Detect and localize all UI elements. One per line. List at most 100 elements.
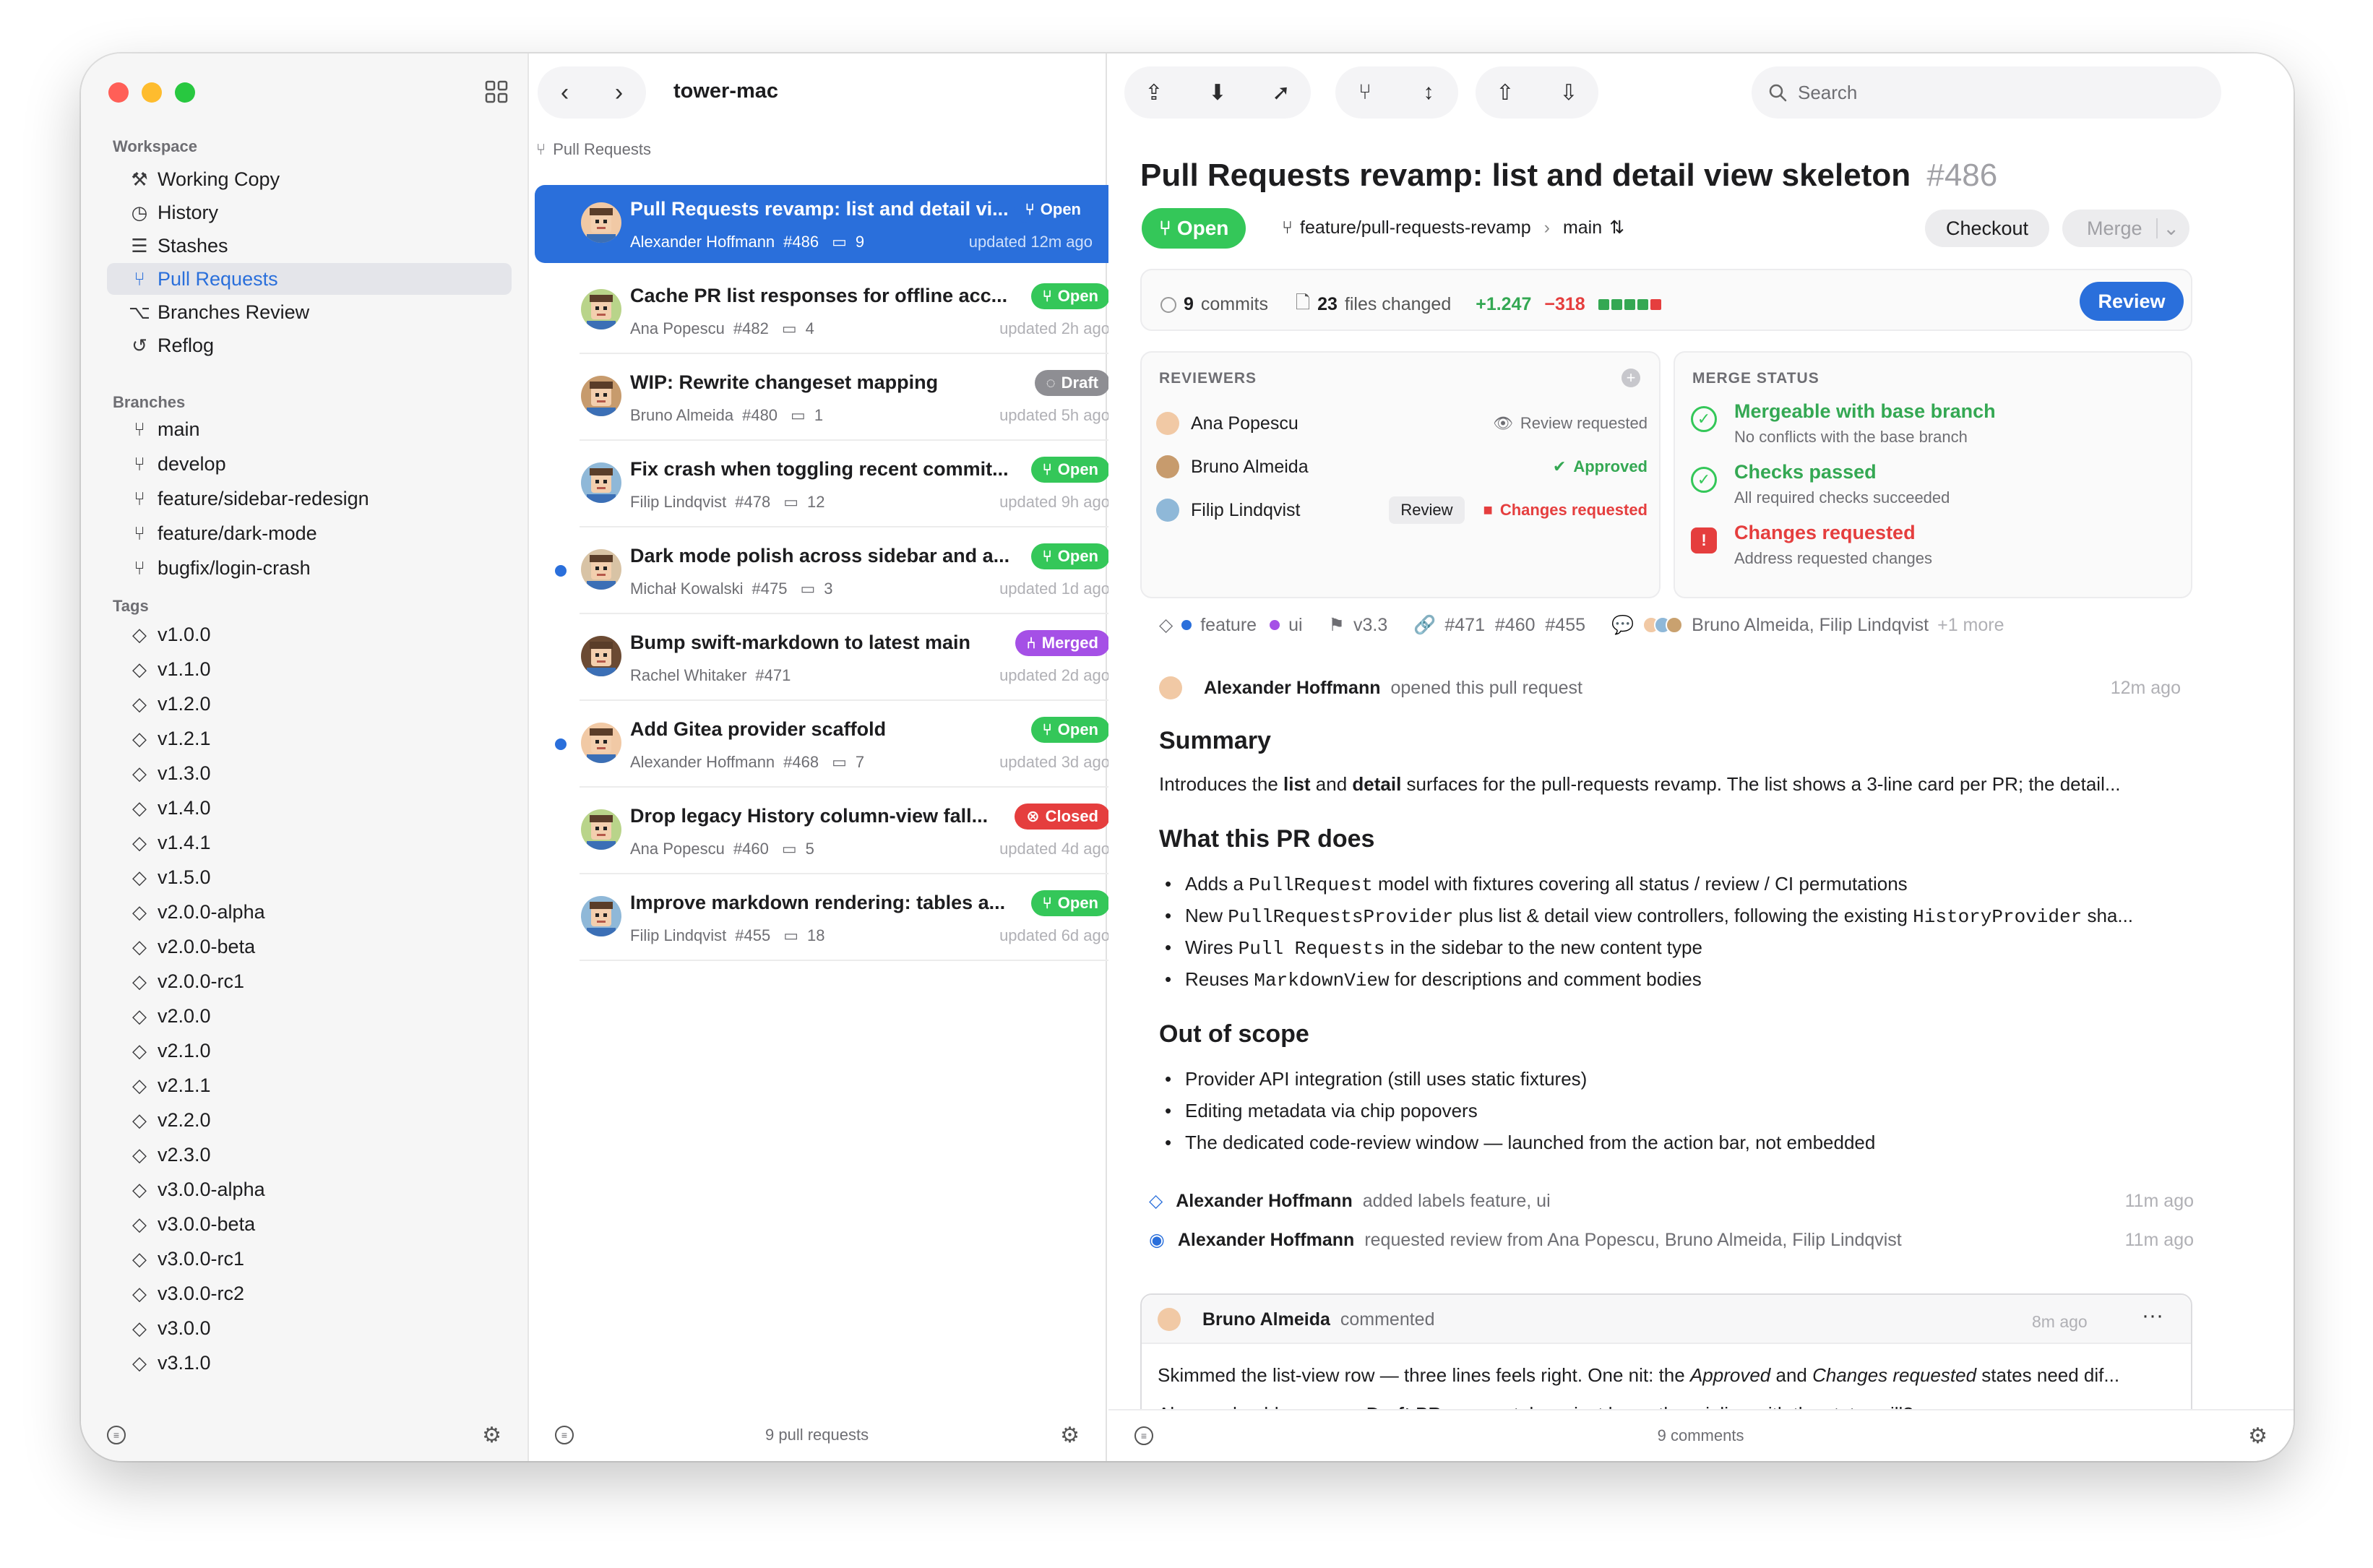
review-reviewer-button[interactable]: Review xyxy=(1389,496,1465,524)
settings-sliders-icon[interactable]: ⚙ xyxy=(1060,1423,1080,1448)
reviewer-name[interactable]: Filip Lindqvist xyxy=(1191,500,1300,521)
filter-icon[interactable]: ≡ xyxy=(107,1426,126,1444)
sidebar-tag-item[interactable]: ◇ v3.0.0-beta xyxy=(107,1208,512,1240)
layout-grid-icon[interactable] xyxy=(484,79,509,104)
base-branch[interactable]: main xyxy=(1563,217,1602,238)
sidebar-tag-item[interactable]: ◇ v3.0.0-rc1 xyxy=(107,1243,512,1275)
pull-request-updated: updated 12m ago xyxy=(968,233,1093,251)
merge-button[interactable]: Merge ⌄ xyxy=(2062,210,2189,247)
branch-icon: ⑂ xyxy=(134,522,145,544)
sidebar-branch-item[interactable]: ⑂ feature/dark-mode xyxy=(107,517,512,549)
event-author[interactable]: Alexander Hoffmann xyxy=(1178,1230,1354,1251)
filter-icon[interactable]: ≡ xyxy=(555,1426,574,1444)
close-window-button[interactable] xyxy=(108,82,129,103)
sidebar-item-reflog[interactable]: ↺ Reflog xyxy=(107,329,512,361)
sidebar-tag-item[interactable]: ◇ v2.0.0-alpha xyxy=(107,896,512,928)
pull-icon[interactable]: ⬇ xyxy=(1201,76,1234,109)
filter-icon[interactable]: ≡ xyxy=(1134,1426,1153,1445)
minimize-window-button[interactable] xyxy=(142,82,162,103)
branch-info: ⑂ feature/pull-requests-revamp › main ⇅ xyxy=(1282,217,1624,238)
merge-icon[interactable]: ⑂ xyxy=(1348,76,1382,109)
pull-request-row[interactable]: Bump swift-markdown to latest main Rachel… xyxy=(529,614,1110,701)
sidebar-tag-item[interactable]: ◇ v3.1.0 xyxy=(107,1347,512,1379)
comment-count: 1 xyxy=(814,406,824,424)
back-chevron-icon[interactable]: ‹ xyxy=(561,79,569,107)
pull-request-title: WIP: Rewrite changeset mapping xyxy=(630,371,939,393)
timeline-event: ◉ Alexander Hoffmann requested review from… xyxy=(1149,1225,2194,1254)
stash-save-icon[interactable]: ⇧ xyxy=(1489,76,1522,109)
participants-more[interactable]: +1 more xyxy=(1937,615,2004,636)
pull-request-row[interactable]: Drop legacy History column-view fall... A… xyxy=(529,788,1110,874)
sidebar-tag-item[interactable]: ◇ v2.0.0-beta xyxy=(107,931,512,962)
sidebar-tag-item[interactable]: ◇ v2.1.0 xyxy=(107,1035,512,1067)
sidebar-tag-item[interactable]: ◇ v3.0.0-rc2 xyxy=(107,1278,512,1309)
checkout-button[interactable]: Checkout xyxy=(1925,210,2049,247)
review-button[interactable]: Review xyxy=(2080,282,2184,321)
event-author[interactable]: Alexander Hoffmann xyxy=(1176,1191,1352,1212)
pull-request-row[interactable]: WIP: Rewrite changeset mapping Bruno Alme… xyxy=(529,354,1110,441)
sidebar-tag-item[interactable]: ◇ v1.3.0 xyxy=(107,757,512,789)
pull-request-row[interactable]: Pull Requests revamp: list and detail vi… xyxy=(529,181,1119,267)
label-chip[interactable]: feature xyxy=(1200,615,1257,636)
sidebar-tag-item[interactable]: ◇ v1.4.1 xyxy=(107,827,512,858)
search-field[interactable]: Search xyxy=(1752,66,2221,119)
app-window: Workspace ⚒ Working Copy ◷ History ☰ Stashes ⑂… xyxy=(81,53,2294,1461)
milestone-chip[interactable]: v3.3 xyxy=(1353,615,1387,636)
pull-request-row[interactable]: Dark mode polish across sidebar and a...… xyxy=(529,527,1110,614)
reviewer-name[interactable]: Ana Popescu xyxy=(1191,413,1299,434)
label-chip[interactable]: ui xyxy=(1288,615,1302,636)
sidebar-tag-item[interactable]: ◇ v2.2.0 xyxy=(107,1104,512,1136)
opened-author[interactable]: Alexander Hoffmann xyxy=(1204,678,1380,699)
pull-request-row[interactable]: Improve markdown rendering: tables a... F… xyxy=(529,874,1110,961)
tag-label: v1.1.0 xyxy=(158,658,211,680)
pull-request-row[interactable]: Cache PR list responses for offline acc.… xyxy=(529,267,1110,354)
sidebar-item-history[interactable]: ◷ History xyxy=(107,197,512,228)
push-icon[interactable]: ➚ xyxy=(1265,76,1298,109)
sidebar-item-branches-review[interactable]: ⌥ Branches Review xyxy=(107,296,512,328)
tag-label: v1.4.1 xyxy=(158,831,211,853)
sidebar-tag-item[interactable]: ◇ v2.1.1 xyxy=(107,1069,512,1101)
pull-request-row[interactable]: Fix crash when toggling recent commit...… xyxy=(529,441,1110,527)
more-options-icon[interactable]: ··· xyxy=(2142,1304,2163,1328)
reviewer-name[interactable]: Bruno Almeida xyxy=(1191,457,1309,478)
pull-request-row[interactable]: Add Gitea provider scaffold Alexander Hof… xyxy=(529,701,1110,788)
forward-chevron-icon[interactable]: › xyxy=(615,79,623,107)
pull-request-number: #468 xyxy=(783,753,819,771)
up-down-chevron-icon[interactable]: ⇅ xyxy=(1609,217,1624,238)
settings-sliders-icon[interactable]: ⚙ xyxy=(2248,1423,2268,1449)
sidebar-tag-item[interactable]: ◇ v3.0.0 xyxy=(107,1312,512,1344)
scope-bullet: Editing metadata via chip popovers xyxy=(1159,1100,1478,1122)
sidebar-tag-item[interactable]: ◇ v2.3.0 xyxy=(107,1139,512,1171)
comment-author[interactable]: Bruno Almeida xyxy=(1202,1309,1330,1330)
rebase-icon[interactable]: ↕ xyxy=(1412,76,1445,109)
share-icon[interactable]: ⇪ xyxy=(1137,76,1171,109)
sidebar-branch-item[interactable]: ⑂ develop xyxy=(107,448,512,480)
sidebar-item-label: Pull Requests xyxy=(158,267,278,290)
comment-icon: ▭ xyxy=(783,493,799,511)
add-reviewer-icon[interactable]: + xyxy=(1622,369,1640,387)
sidebar-branch-item[interactable]: ⑂ feature/sidebar-redesign xyxy=(107,483,512,514)
sidebar-item-working-copy[interactable]: ⚒ Working Copy xyxy=(107,163,512,195)
status-badge: ⑂ Open xyxy=(1030,890,1110,916)
sidebar-tag-item[interactable]: ◇ v1.0.0 xyxy=(107,619,512,650)
chevron-down-icon[interactable]: ⌄ xyxy=(2163,217,2179,240)
zoom-window-button[interactable] xyxy=(175,82,195,103)
tag-icon: ◇ xyxy=(132,1108,147,1131)
sidebar-tag-item[interactable]: ◇ v1.4.0 xyxy=(107,792,512,824)
summary-heading: Summary xyxy=(1159,727,1271,754)
sidebar-tag-item[interactable]: ◇ v1.5.0 xyxy=(107,861,512,893)
sidebar-branch-item[interactable]: ⑂ main xyxy=(107,413,512,445)
sidebar-tag-item[interactable]: ◇ v1.2.1 xyxy=(107,723,512,754)
sidebar-tag-item[interactable]: ◇ v3.0.0-alpha xyxy=(107,1173,512,1205)
sidebar-tag-item[interactable]: ◇ v2.0.0 xyxy=(107,1000,512,1032)
sidebar-item-pull-requests[interactable]: ⑂ Pull Requests xyxy=(107,263,512,295)
settings-sliders-icon[interactable]: ⚙ xyxy=(482,1423,501,1448)
linked-prs[interactable]: #471 #460 #455 xyxy=(1444,615,1585,636)
sidebar-tag-item[interactable]: ◇ v1.1.0 xyxy=(107,653,512,685)
sidebar-branch-item[interactable]: ⑂ bugfix/login-crash xyxy=(107,552,512,584)
head-branch[interactable]: feature/pull-requests-revamp xyxy=(1300,217,1531,238)
sidebar-tag-item[interactable]: ◇ v2.0.0-rc1 xyxy=(107,965,512,997)
sidebar-tag-item[interactable]: ◇ v1.2.0 xyxy=(107,688,512,720)
sidebar-item-stashes[interactable]: ☰ Stashes xyxy=(107,230,512,262)
stash-apply-icon[interactable]: ⇩ xyxy=(1552,76,1585,109)
